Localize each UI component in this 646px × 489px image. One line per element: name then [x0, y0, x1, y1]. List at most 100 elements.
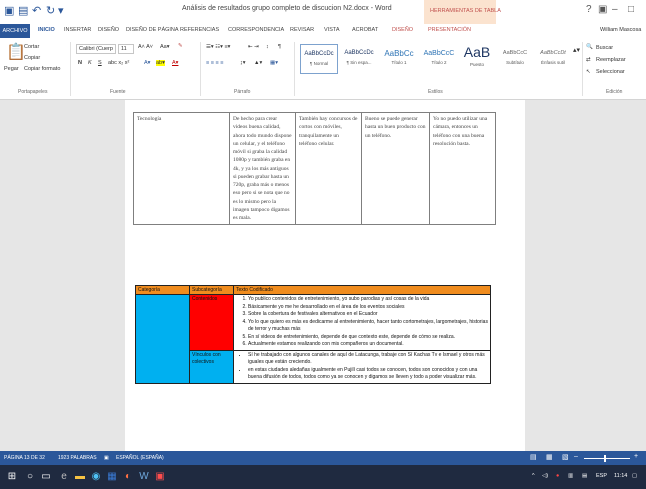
paste-icon[interactable]: 📋: [6, 42, 26, 62]
font-size-select[interactable]: 11: [118, 44, 134, 54]
header-subcategory[interactable]: Subcategoría: [189, 285, 234, 295]
network-icon[interactable]: ▥: [568, 473, 573, 479]
zoom-in-icon[interactable]: +: [634, 453, 638, 460]
tab-acrobat[interactable]: ACROBAT: [352, 27, 378, 33]
grow-font-icon[interactable]: A˄ A˅: [138, 44, 153, 50]
antivirus-icon[interactable]: ●: [556, 473, 559, 479]
show-marks-icon[interactable]: ¶: [278, 44, 281, 50]
word-taskbar-icon[interactable]: W: [138, 471, 150, 483]
clear-format-icon[interactable]: ✎: [178, 43, 183, 49]
document-canvas[interactable]: Tecnología De hecho para crear videos bu…: [0, 100, 646, 451]
style-heading-2[interactable]: AaBbCcC Título 2: [420, 44, 458, 74]
tab-table-layout[interactable]: PRESENTACIÓN: [428, 27, 471, 33]
format-painter-button[interactable]: Copiar formato: [24, 66, 60, 72]
file-explorer-icon[interactable]: ▬: [74, 471, 86, 483]
search-icon[interactable]: ○: [24, 471, 36, 483]
tab-diseno-pagina[interactable]: DISEÑO DE PÁGINA: [126, 27, 179, 33]
tab-insertar[interactable]: INSERTAR: [64, 27, 91, 33]
shading-icon[interactable]: ▲▾: [254, 60, 262, 66]
table-cell[interactable]: También hay concursos de cortos con móvi…: [295, 111, 362, 226]
find-icon[interactable]: 🔍: [586, 44, 593, 50]
font-color-icon[interactable]: A▾: [172, 60, 178, 66]
notifications-icon[interactable]: ▢: [632, 473, 637, 479]
change-case-icon[interactable]: Aa▾: [160, 44, 170, 50]
table-cell-category[interactable]: Tecnología: [133, 111, 230, 226]
select-icon[interactable]: ↖: [586, 69, 591, 75]
print-layout-icon[interactable]: ▦: [546, 453, 553, 461]
table-cell[interactable]: De hecho para crear videos buena calidad…: [229, 111, 296, 226]
style-subtitle[interactable]: AaBbCcC Subtítulo: [496, 44, 534, 74]
coded-text-cell[interactable]: Yo publico contenidos de entretenimiento…: [233, 294, 491, 351]
tab-diseno[interactable]: DISEÑO: [98, 27, 119, 33]
style-subtle-emphasis[interactable]: AaBbCcDt Énfasis sutil: [534, 44, 572, 74]
minimize-icon[interactable]: –: [612, 4, 618, 15]
proofing-icon[interactable]: ▣: [104, 455, 109, 461]
align-icon[interactable]: ≡ ≡ ≡ ≡: [206, 60, 223, 66]
copy-button[interactable]: Copiar: [24, 55, 40, 61]
tab-revisar[interactable]: REVISAR: [290, 27, 314, 33]
tab-referencias[interactable]: REFERENCIAS: [180, 27, 219, 33]
style-heading-1[interactable]: AaBbCc Título 1: [380, 44, 418, 74]
help-icon[interactable]: ?: [586, 4, 592, 15]
italic-button[interactable]: K: [88, 60, 92, 66]
language-indicator[interactable]: ESPAÑOL (ESPAÑA): [116, 455, 164, 461]
cut-button[interactable]: Cortar: [24, 44, 39, 50]
tab-correspondencia[interactable]: CORRESPONDENCIA: [228, 27, 284, 33]
bullets-icon[interactable]: ☰▾ ☷▾ ≡▾: [206, 44, 230, 50]
redo-icon[interactable]: ↻: [46, 4, 55, 17]
read-mode-icon[interactable]: ▤: [530, 453, 537, 461]
clock[interactable]: 11:14: [614, 473, 627, 479]
sort-icon[interactable]: ↕: [266, 44, 269, 50]
keyboard-icon[interactable]: ▤: [582, 473, 587, 479]
tray-arrow-icon[interactable]: ^: [532, 473, 535, 479]
paste-button[interactable]: Pegar: [4, 66, 19, 72]
line-spacing-icon[interactable]: ↨▾: [240, 60, 246, 66]
firefox-icon[interactable]: ◐: [122, 471, 134, 483]
tab-inicio[interactable]: INICIO: [38, 27, 55, 33]
strikethrough-icon[interactable]: abc x₂ x²: [108, 60, 129, 66]
find-button[interactable]: Buscar: [596, 45, 613, 51]
zoom-out-icon[interactable]: –: [574, 453, 578, 460]
user-account[interactable]: William Mascosa: [600, 27, 641, 33]
font-name-select[interactable]: Calibri (Cuerp: [76, 44, 116, 54]
quick-access-dropdown-icon[interactable]: ▾: [58, 4, 64, 17]
web-layout-icon[interactable]: ▧: [562, 453, 569, 461]
indent-icon[interactable]: ⇤ ⇥: [248, 44, 259, 50]
input-language[interactable]: ESP: [596, 473, 607, 479]
save-icon[interactable]: ▤: [18, 4, 28, 17]
table-cell[interactable]: Bueno se puede generar hasta un buen pro…: [361, 111, 430, 226]
style-no-spacing[interactable]: AaBbCcDc ¶ Sin espa...: [340, 44, 378, 74]
chrome-icon[interactable]: ◉: [90, 471, 102, 483]
windows-start-icon[interactable]: ⊞: [6, 471, 18, 483]
highlight-icon[interactable]: ab▾: [156, 60, 165, 66]
maximize-icon[interactable]: □: [628, 4, 634, 15]
undo-icon[interactable]: ↶: [32, 4, 41, 17]
style-title[interactable]: AaB Puesto: [458, 44, 496, 74]
zoom-thumb[interactable]: [604, 455, 606, 462]
header-coded-text[interactable]: Texto Codificado: [233, 285, 491, 295]
underline-button[interactable]: S: [98, 60, 102, 66]
zoom-slider[interactable]: [584, 458, 630, 459]
category-cell[interactable]: [135, 294, 190, 384]
styles-more-icon[interactable]: ▴▾: [573, 46, 580, 54]
document-page[interactable]: Tecnología De hecho para crear videos bu…: [125, 100, 525, 451]
acrobat-taskbar-icon[interactable]: ▣: [154, 471, 166, 483]
edge-icon[interactable]: e: [58, 471, 70, 483]
page-count[interactable]: PÁGINA 13 DE 32: [4, 455, 45, 461]
table-cell[interactable]: Yo no puedo utilizar una cámara, entonce…: [429, 111, 496, 226]
select-button[interactable]: Seleccionar: [596, 69, 625, 75]
tab-archivo[interactable]: ARCHIVO: [0, 24, 30, 38]
volume-icon[interactable]: ◁): [542, 473, 548, 479]
replace-button[interactable]: Reemplazar: [596, 57, 626, 63]
store-icon[interactable]: ▦: [106, 471, 118, 483]
text-effects-icon[interactable]: A▾: [144, 60, 150, 66]
subcategory-cell[interactable]: Vínculos con colectivos: [189, 349, 234, 384]
style-normal[interactable]: AaBbCcDc ¶ Normal: [300, 44, 338, 74]
tab-vista[interactable]: VISTA: [324, 27, 340, 33]
coded-text-cell[interactable]: Sí he trabajado con algunos canales de a…: [233, 349, 491, 384]
ribbon-display-icon[interactable]: ▣: [598, 4, 607, 15]
bold-button[interactable]: N: [78, 60, 82, 66]
borders-icon[interactable]: ▦▾: [270, 60, 278, 66]
subcategory-cell[interactable]: Contenidos: [189, 294, 234, 351]
tab-table-design[interactable]: DISEÑO: [392, 27, 413, 33]
